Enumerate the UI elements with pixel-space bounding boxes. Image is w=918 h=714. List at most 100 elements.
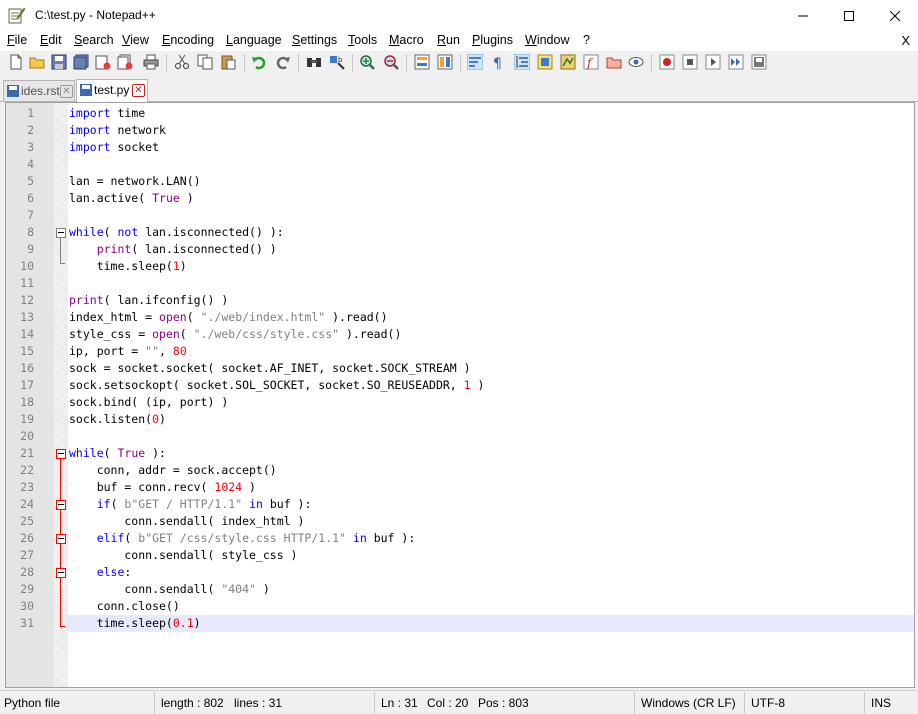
code-line[interactable]: 1 import time xyxy=(6,105,914,122)
close-all-icon[interactable] xyxy=(117,54,133,70)
code-line[interactable]: 10 time.sleep(1) xyxy=(6,258,914,275)
menu-bar: File Edit Search View Encoding Language … xyxy=(0,31,918,51)
replace-icon[interactable]: b xyxy=(329,54,345,70)
tab-close-icon[interactable]: ✕ xyxy=(60,85,73,98)
close-file-icon[interactable] xyxy=(95,54,111,70)
save-icon[interactable] xyxy=(51,54,67,70)
code-line[interactable]: 2 import network xyxy=(6,122,914,139)
menu-help[interactable]: ? xyxy=(583,33,590,47)
status-insert-mode[interactable]: INS xyxy=(871,696,891,710)
menu-plugins[interactable]: Plugins xyxy=(472,33,513,47)
find-icon[interactable] xyxy=(306,54,322,70)
record-macro-icon[interactable] xyxy=(659,54,675,70)
function-list-icon[interactable]: f xyxy=(583,54,599,70)
save-all-icon[interactable] xyxy=(73,54,89,70)
redo-icon[interactable] xyxy=(275,54,291,70)
fold-toggle-icon[interactable] xyxy=(56,534,66,544)
code-line[interactable]: 11 xyxy=(6,275,914,292)
fold-toggle-icon[interactable] xyxy=(56,228,66,238)
run-macro-multiple-icon[interactable] xyxy=(728,54,744,70)
code-line[interactable]: 30 conn.close() xyxy=(6,598,914,615)
code-line[interactable]: 29 conn.sendall( "404" ) xyxy=(6,581,914,598)
code-line[interactable]: 20 xyxy=(6,428,914,445)
menu-language[interactable]: Language xyxy=(226,33,282,47)
code-text: while( True ): xyxy=(69,445,166,462)
cut-icon[interactable] xyxy=(174,54,190,70)
code-line[interactable]: 8 while( not lan.isconnected() ): xyxy=(6,224,914,241)
user-language-icon[interactable] xyxy=(537,54,553,70)
code-line[interactable]: 16 sock = socket.socket( socket.AF_INET, … xyxy=(6,360,914,377)
code-token: open xyxy=(159,310,187,324)
tab-ides-rst[interactable]: ides.rst ✕ xyxy=(3,80,75,101)
paste-icon[interactable] xyxy=(220,54,236,70)
code-line[interactable]: 7 xyxy=(6,207,914,224)
status-encoding[interactable]: UTF-8 xyxy=(751,696,785,710)
fold-toggle-icon[interactable] xyxy=(56,449,66,459)
code-line[interactable]: 19 sock.listen(0) xyxy=(6,411,914,428)
fold-toggle-icon[interactable] xyxy=(56,500,66,510)
menu-search[interactable]: Search xyxy=(74,33,114,47)
sync-horizontal-icon[interactable] xyxy=(437,54,453,70)
code-line[interactable]: 18 sock.bind( (ip, port) ) xyxy=(6,394,914,411)
code-line[interactable]: 27 conn.sendall( style_css ) xyxy=(6,547,914,564)
copy-icon[interactable] xyxy=(197,54,213,70)
zoom-in-icon[interactable] xyxy=(359,54,375,70)
code-line[interactable]: 31 time.sleep(0.1) xyxy=(6,615,914,632)
maximize-button[interactable] xyxy=(826,0,872,31)
code-token: import xyxy=(69,123,111,137)
menu-settings[interactable]: Settings xyxy=(292,33,337,47)
play-macro-icon[interactable] xyxy=(705,54,721,70)
code-line[interactable]: 22 conn, addr = sock.accept() xyxy=(6,462,914,479)
minimize-button[interactable] xyxy=(780,0,826,31)
document-map-icon[interactable] xyxy=(560,54,576,70)
close-button[interactable] xyxy=(872,0,918,31)
code-line[interactable]: 28 else: xyxy=(6,564,914,581)
code-line[interactable]: 13 index_html = open( "./web/index.html" … xyxy=(6,309,914,326)
menu-file[interactable]: File xyxy=(7,33,27,47)
menu-macro[interactable]: Macro xyxy=(389,33,424,47)
stop-macro-icon[interactable] xyxy=(682,54,698,70)
save-macro-icon[interactable] xyxy=(751,54,767,70)
undo-icon[interactable] xyxy=(251,54,267,70)
sync-vertical-icon[interactable] xyxy=(414,54,430,70)
code-line[interactable]: 4 xyxy=(6,156,914,173)
code-line[interactable]: 6 lan.active( True ) xyxy=(6,190,914,207)
code-line[interactable]: 12 print( lan.ifconfig() ) xyxy=(6,292,914,309)
tab-test-py[interactable]: test.py ✕ xyxy=(76,79,148,102)
code-line[interactable]: 24 if( b"GET / HTTP/1.1" in buf ): xyxy=(6,496,914,513)
close-document-button[interactable]: X xyxy=(901,33,910,48)
word-wrap-icon[interactable] xyxy=(467,54,483,70)
fold-toggle-icon[interactable] xyxy=(56,568,66,578)
status-eol[interactable]: Windows (CR LF) xyxy=(641,696,736,710)
menu-view[interactable]: View xyxy=(122,33,149,47)
new-file-icon[interactable] xyxy=(8,54,24,70)
menu-window[interactable]: Window xyxy=(525,33,569,47)
code-line[interactable]: 14 style_css = open( "./web/css/style.css… xyxy=(6,326,914,343)
code-line[interactable]: 15 ip, port = "", 80 xyxy=(6,343,914,360)
code-line[interactable]: 3 import socket xyxy=(6,139,914,156)
code-line[interactable]: 5 lan = network.LAN() xyxy=(6,173,914,190)
open-file-icon[interactable] xyxy=(29,54,45,70)
monitoring-icon[interactable] xyxy=(628,54,644,70)
code-line[interactable]: 25 conn.sendall( index_html ) xyxy=(6,513,914,530)
print-icon[interactable] xyxy=(143,54,159,70)
folder-workspace-icon[interactable] xyxy=(606,54,622,70)
code-line[interactable]: 23 buf = conn.recv( 1024 ) xyxy=(6,479,914,496)
zoom-out-icon[interactable] xyxy=(383,54,399,70)
code-line[interactable]: 9 print( lan.isconnected() ) xyxy=(6,241,914,258)
code-editor[interactable]: 1 import time 2 import network 3 import socke… xyxy=(5,102,915,688)
toolbar-separator xyxy=(298,54,299,72)
tab-close-icon[interactable]: ✕ xyxy=(132,84,145,97)
menu-tools[interactable]: Tools xyxy=(348,33,377,47)
menu-edit[interactable]: Edit xyxy=(40,33,62,47)
code-token: ( xyxy=(103,225,118,239)
menu-run[interactable]: Run xyxy=(437,33,460,47)
show-all-characters-icon[interactable]: ¶ xyxy=(490,54,506,70)
line-number: 24 xyxy=(20,497,34,511)
indent-guide-icon[interactable] xyxy=(514,54,530,70)
code-line[interactable]: 26 elif( b"GET /css/style.css HTTP/1.1" … xyxy=(6,530,914,547)
menu-encoding[interactable]: Encoding xyxy=(162,33,214,47)
code-line[interactable]: 21 while( True ): xyxy=(6,445,914,462)
code-line[interactable]: 17 sock.setsockopt( socket.SOL_SOCKET, so… xyxy=(6,377,914,394)
